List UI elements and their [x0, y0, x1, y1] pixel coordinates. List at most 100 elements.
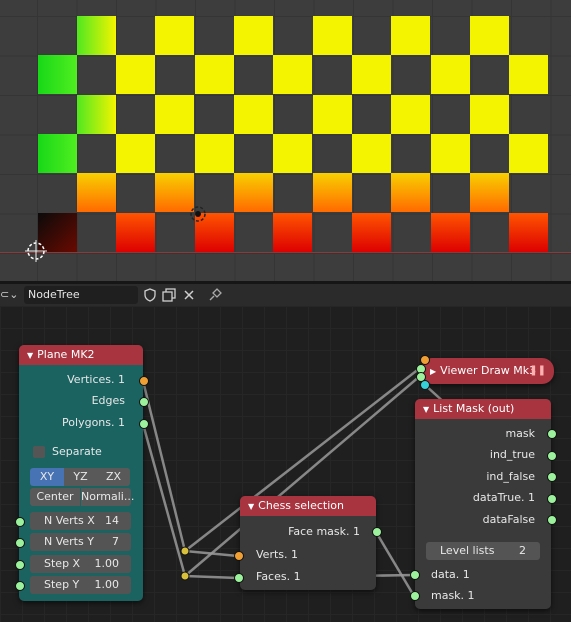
- viewer-draw-node[interactable]: ▶ Viewer Draw Mk3 ❚❚: [420, 358, 554, 384]
- reroute-node-1: [180, 546, 190, 556]
- mesh-face: [509, 55, 549, 95]
- pause-icon[interactable]: ❚❚: [529, 358, 546, 384]
- socket-label-faces: Faces. 1: [256, 570, 301, 583]
- face-mask-output-socket[interactable]: [372, 527, 382, 537]
- link-vertices-reroute: [141, 380, 187, 552]
- step-x-label: Step X: [44, 557, 81, 570]
- mask-input-socket[interactable]: [410, 591, 420, 601]
- center-toggle[interactable]: Center: [30, 488, 80, 506]
- node-title: Plane MK2: [37, 348, 95, 361]
- origin-icon: [188, 204, 208, 224]
- list-mask-header[interactable]: ▼ List Mask (out): [415, 399, 551, 419]
- node-editor-header: ⊂⌄ NodeTree: [0, 284, 571, 306]
- mesh-face: [194, 133, 234, 173]
- n-verts-x-value: 14: [105, 514, 119, 527]
- mesh-face: [351, 133, 391, 173]
- collapse-arrow-icon[interactable]: ▼: [27, 351, 33, 360]
- n-verts-x-field[interactable]: N Verts X 14: [30, 512, 131, 530]
- data-false-output-socket[interactable]: [547, 515, 557, 525]
- node-editor-canvas[interactable]: ▼ Plane MK2 Vertices. 1 Edges Polygons. 1…: [0, 306, 571, 622]
- mesh-face: [430, 55, 470, 95]
- plane-yz-button[interactable]: YZ: [64, 468, 97, 486]
- mesh-face: [509, 133, 549, 173]
- mesh-face: [509, 212, 549, 252]
- n-verts-x-label: N Verts X: [44, 514, 95, 527]
- plane-xy-button[interactable]: XY: [30, 468, 64, 486]
- link-polygons-reroute: [141, 423, 187, 577]
- mesh-face: [312, 173, 352, 213]
- mesh-face: [234, 173, 273, 213]
- ind-true-output-socket[interactable]: [547, 451, 557, 461]
- vertices-output-socket[interactable]: [139, 376, 149, 386]
- fake-user-shield-icon[interactable]: [142, 287, 158, 303]
- mesh-face: [312, 16, 352, 55]
- step-y-input-socket[interactable]: [15, 581, 25, 591]
- step-y-label: Step Y: [44, 578, 80, 591]
- socket-label-ind-false: ind_false: [486, 470, 535, 483]
- collapse-arrow-icon[interactable]: ▼: [248, 502, 254, 511]
- mask-output-socket[interactable]: [547, 429, 557, 439]
- verts-input-socket[interactable]: [234, 551, 244, 561]
- step-x-value: 1.00: [94, 557, 120, 570]
- mesh-face: [155, 94, 195, 134]
- plane-zx-button[interactable]: ZX: [97, 468, 130, 486]
- socket-label-data-true: dataTrue. 1: [472, 491, 535, 504]
- viewer-draw-header[interactable]: ▶ Viewer Draw Mk3: [430, 358, 536, 385]
- list-mask-node[interactable]: ▼ List Mask (out) mask ind_true ind_false…: [415, 399, 551, 609]
- polygons-output-socket[interactable]: [139, 419, 149, 429]
- plane-mk2-node[interactable]: ▼ Plane MK2 Vertices. 1 Edges Polygons. 1…: [19, 345, 143, 601]
- n-verts-y-field[interactable]: N Verts Y 7: [30, 533, 131, 551]
- 3d-viewport[interactable]: [0, 0, 571, 281]
- plane-mk2-header[interactable]: ▼ Plane MK2: [19, 345, 143, 365]
- node-tree-name-field[interactable]: NodeTree: [24, 286, 138, 304]
- edges-output-socket[interactable]: [139, 397, 149, 407]
- chess-selection-header[interactable]: ▼ Chess selection: [240, 496, 376, 516]
- mesh-face: [351, 55, 391, 95]
- pin-icon[interactable]: [207, 287, 223, 303]
- separate-checkbox[interactable]: [33, 446, 45, 458]
- mesh-face: [76, 173, 116, 213]
- mesh-face: [351, 212, 391, 252]
- mesh-face: [469, 94, 509, 134]
- mesh-face: [430, 212, 470, 252]
- link-facemask-mask: [374, 531, 416, 597]
- viewer-matrix-input-socket[interactable]: [420, 380, 430, 390]
- socket-label-verts: Verts. 1: [256, 548, 298, 561]
- step-y-field[interactable]: Step Y 1.00: [30, 576, 131, 594]
- mesh-face: [234, 16, 273, 55]
- socket-label-ind-true: ind_true: [489, 448, 535, 461]
- faces-input-socket[interactable]: [234, 573, 244, 583]
- socket-label-edges: Edges: [91, 394, 125, 407]
- mesh-face: [155, 16, 195, 55]
- level-lists-field[interactable]: Level lists 2: [426, 542, 540, 560]
- n-verts-x-input-socket[interactable]: [15, 517, 25, 527]
- editor-type-icon[interactable]: ⊂⌄: [0, 287, 20, 303]
- n-verts-y-value: 7: [112, 535, 119, 548]
- node-title: Chess selection: [258, 499, 344, 512]
- duplicate-icon[interactable]: [161, 287, 177, 303]
- level-lists-value: 2: [519, 544, 526, 557]
- node-title: Viewer Draw Mk3: [440, 364, 537, 377]
- n-verts-y-input-socket[interactable]: [15, 538, 25, 548]
- normalize-toggle[interactable]: Normali...: [81, 488, 134, 506]
- socket-label-data-in: data. 1: [431, 568, 470, 581]
- mesh-face: [469, 173, 509, 213]
- close-icon[interactable]: [181, 287, 197, 303]
- mesh-face: [273, 133, 313, 173]
- mesh-face: [312, 94, 352, 134]
- level-lists-label: Level lists: [440, 544, 495, 557]
- link-reroute-faces: [184, 574, 239, 580]
- mesh-face: [391, 173, 431, 213]
- mesh-face: [391, 16, 431, 55]
- 3d-cursor-icon[interactable]: [25, 240, 47, 262]
- ind-false-output-socket[interactable]: [547, 472, 557, 482]
- data-input-socket[interactable]: [410, 570, 420, 580]
- step-x-field[interactable]: Step X 1.00: [30, 555, 131, 573]
- node-tree-name: NodeTree: [28, 288, 80, 301]
- chess-selection-node[interactable]: ▼ Chess selection Face mask. 1 Verts. 1 F…: [240, 496, 376, 590]
- step-x-input-socket[interactable]: [15, 560, 25, 570]
- data-true-output-socket[interactable]: [547, 494, 557, 504]
- expand-arrow-icon[interactable]: ▶: [430, 367, 436, 376]
- mesh-face: [234, 94, 273, 134]
- collapse-arrow-icon[interactable]: ▼: [423, 405, 429, 414]
